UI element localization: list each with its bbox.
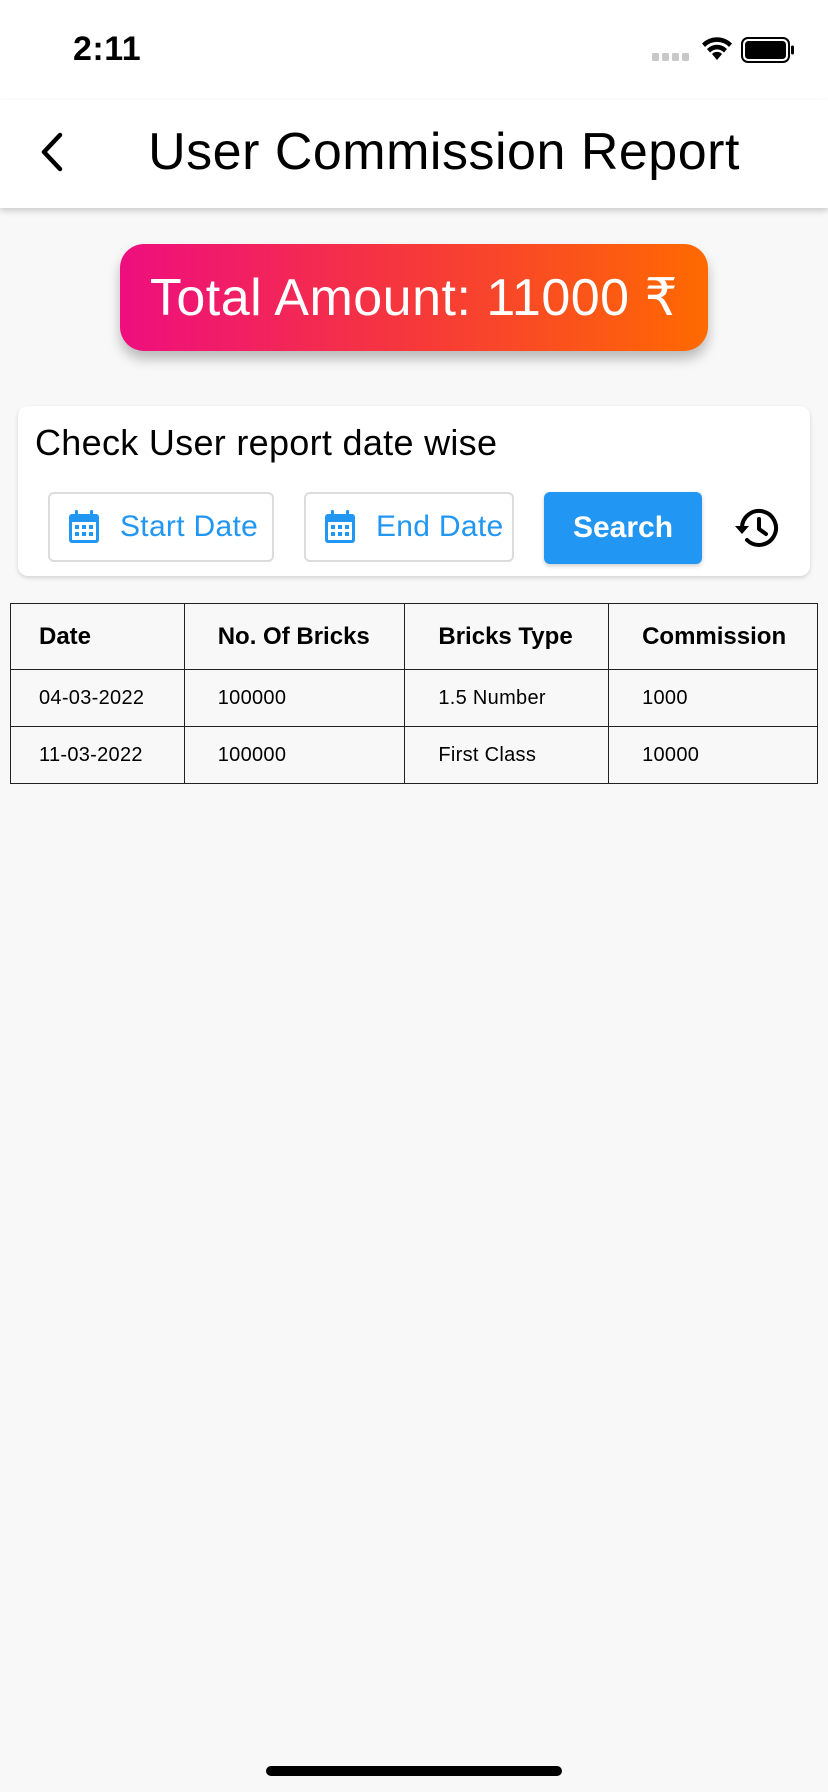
- column-header-bricks-type: Bricks Type: [404, 603, 610, 670]
- table-header-row: Date No. Of Bricks Bricks Type Commissio…: [10, 603, 818, 670]
- cell-bricks: 100000: [183, 669, 406, 727]
- total-amount-banner: Total Amount: 11000 ₹: [120, 244, 708, 351]
- cell-date: 04-03-2022: [10, 669, 185, 727]
- cell-commission: 10000: [608, 726, 818, 784]
- cell-bricks-type: First Class: [404, 726, 610, 784]
- date-filter-card: Check User report date wise Start Date E…: [18, 406, 810, 576]
- column-header-date: Date: [10, 603, 185, 670]
- cell-commission: 1000: [608, 669, 818, 727]
- calendar-icon: [325, 510, 355, 543]
- column-header-commission: Commission: [608, 603, 818, 670]
- status-time: 2:11: [73, 30, 142, 68]
- page-title: User Commission Report: [148, 123, 740, 181]
- column-header-bricks: No. Of Bricks: [183, 603, 406, 670]
- home-indicator: [266, 1766, 562, 1776]
- table-row: 04-03-2022 100000 1.5 Number 1000: [10, 669, 818, 727]
- table-row: 11-03-2022 100000 First Class 10000: [10, 726, 818, 784]
- commission-table: Date No. Of Bricks Bricks Type Commissio…: [10, 603, 818, 784]
- status-bar: 2:11: [0, 0, 828, 100]
- filter-title: Check User report date wise: [35, 422, 498, 463]
- start-date-button[interactable]: Start Date: [48, 492, 274, 562]
- cell-bricks: 100000: [183, 726, 406, 784]
- history-icon[interactable]: [732, 502, 784, 554]
- search-button[interactable]: Search: [544, 492, 702, 564]
- cell-bricks-type: 1.5 Number: [404, 669, 610, 727]
- end-date-button[interactable]: End Date: [304, 492, 514, 562]
- cell-date: 11-03-2022: [10, 726, 185, 784]
- total-amount-text: Total Amount: 11000 ₹: [149, 268, 679, 327]
- wifi-icon: [702, 37, 732, 60]
- app-bar: User Commission Report: [0, 100, 828, 208]
- start-date-label: Start Date: [120, 510, 259, 543]
- calendar-icon: [69, 510, 99, 543]
- end-date-label: End Date: [376, 510, 504, 543]
- cellular-signal-icon: [652, 53, 689, 61]
- battery-icon: [741, 37, 794, 63]
